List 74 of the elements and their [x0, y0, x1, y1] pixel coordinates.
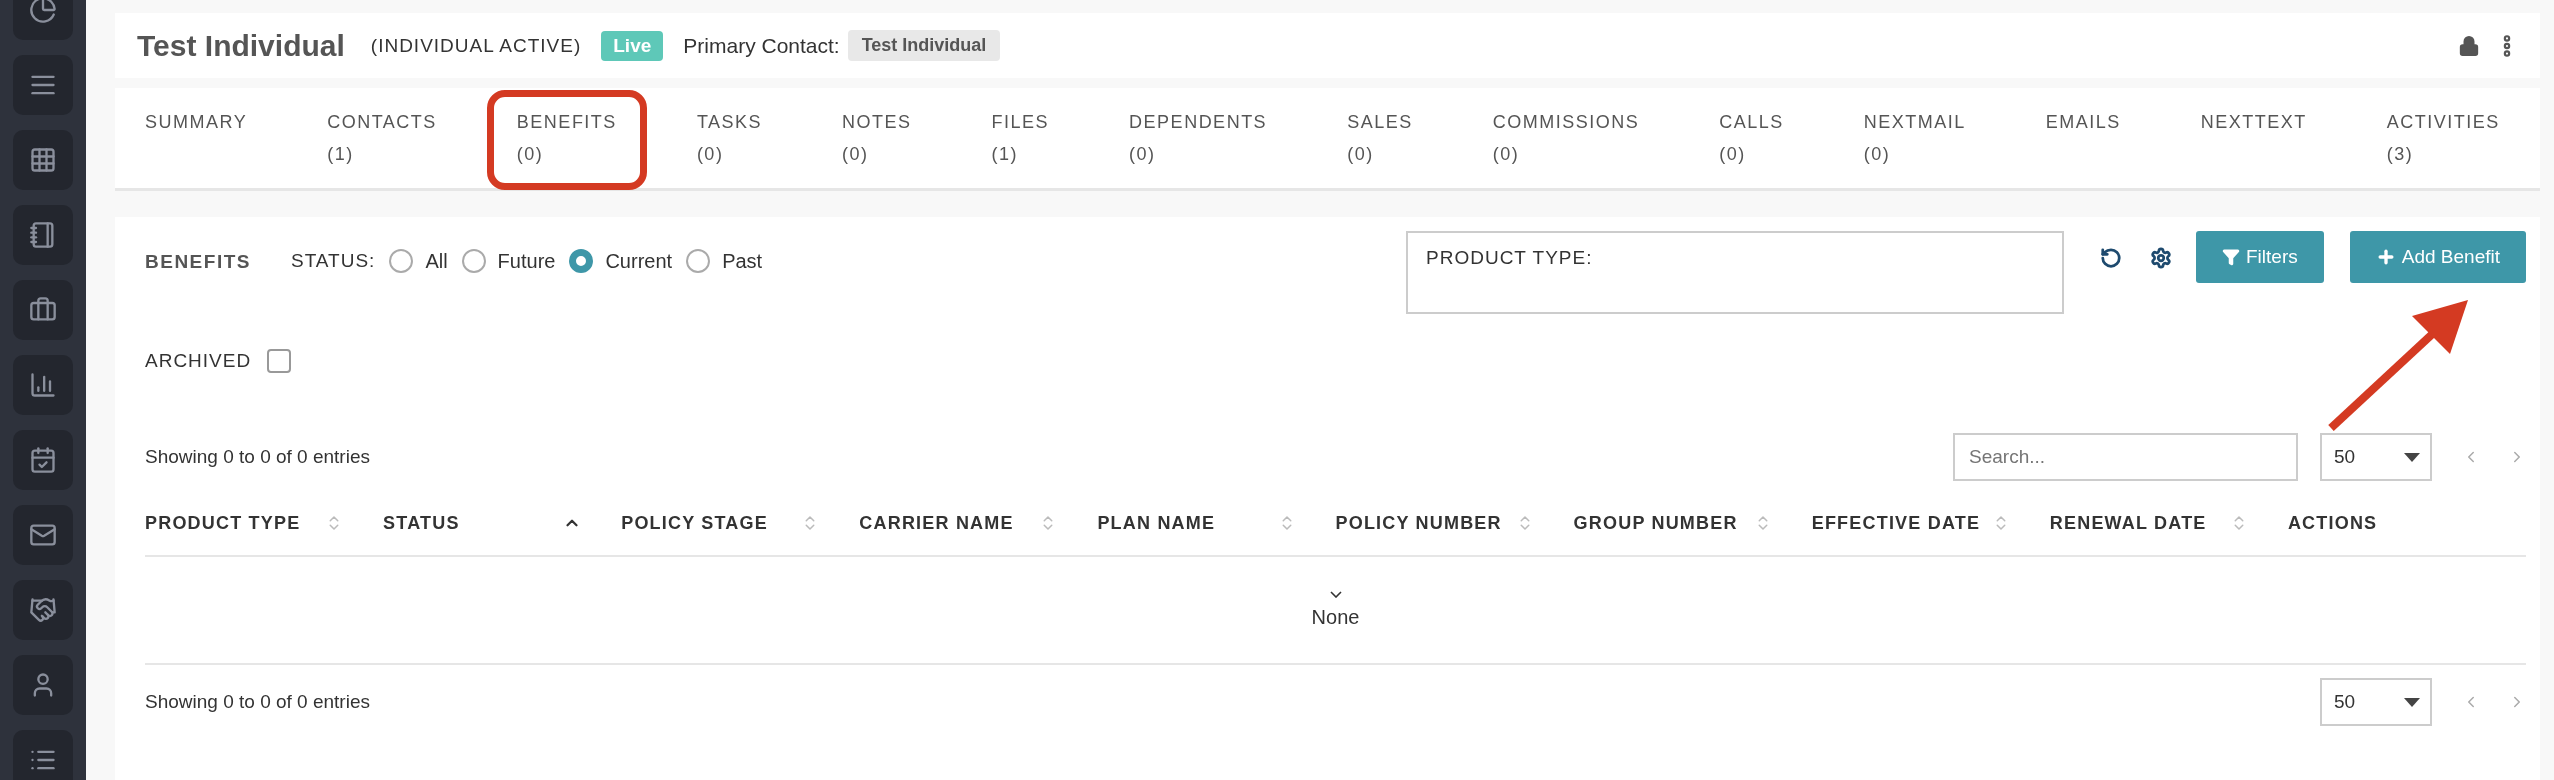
- column-header[interactable]: GROUP NUMBER: [1573, 512, 1738, 534]
- section-title: BENEFITS: [145, 251, 251, 273]
- primary-contact-chip: Test Individual: [847, 30, 1001, 61]
- page-size-select[interactable]: 50: [2320, 433, 2432, 481]
- radio-button[interactable]: [686, 249, 711, 273]
- radio-button[interactable]: [461, 249, 486, 273]
- tab[interactable]: FILES (1): [991, 88, 1050, 170]
- column-header[interactable]: PLAN NAME: [1097, 512, 1216, 534]
- tab[interactable]: CALLS (0): [1719, 88, 1784, 170]
- column-header[interactable]: CARRIER NAME: [859, 512, 1014, 534]
- column-header[interactable]: POLICY NUMBER: [1335, 512, 1502, 534]
- column-header[interactable]: ACTIONS: [2287, 512, 2378, 534]
- tab[interactable]: CONTACTS (1): [327, 88, 437, 170]
- column-header[interactable]: PRODUCT TYPE: [145, 512, 301, 534]
- settings-icon: [2150, 247, 2172, 269]
- settings-button[interactable]: [2150, 247, 2172, 269]
- notebook-icon: [29, 221, 57, 249]
- archived-checkbox[interactable]: [267, 349, 292, 373]
- empty-message: None: [1311, 606, 1360, 629]
- tab[interactable]: NEXTMAIL (0): [1863, 88, 1966, 170]
- column-header[interactable]: POLICY STAGE: [621, 512, 768, 534]
- bar-chart-icon: [29, 371, 57, 399]
- handshake-icon: [29, 596, 57, 624]
- sidebar-button[interactable]: [13, 355, 73, 415]
- sidebar-button[interactable]: [13, 580, 73, 640]
- sidebar-button[interactable]: [13, 280, 73, 340]
- sidebar-button[interactable]: [13, 730, 73, 780]
- tab[interactable]: COMMISSIONS (0): [1492, 88, 1640, 170]
- caret-icon: [2404, 697, 2420, 707]
- record-status: (INDIVIDUAL ACTIVE): [370, 34, 582, 57]
- tab[interactable]: TASKS (0): [696, 88, 763, 170]
- sidebar-button[interactable]: [13, 130, 73, 190]
- entries-info: Showing 0 to 0 of 0 entries: [145, 446, 370, 468]
- sidebar-button[interactable]: [13, 205, 73, 265]
- radio-button[interactable]: [569, 249, 594, 273]
- tab[interactable]: BENEFITS (0): [516, 88, 617, 170]
- reset-icon: [2100, 247, 2122, 269]
- grid-icon: [29, 146, 57, 174]
- tab[interactable]: ACTIVITIES (3): [2386, 88, 2500, 170]
- column-header[interactable]: EFFECTIVE DATE: [1811, 512, 1981, 534]
- filter-icon: [2222, 248, 2240, 266]
- entries-info: Showing 0 to 0 of 0 entries: [145, 691, 370, 713]
- column-header[interactable]: RENEWAL DATE: [2049, 512, 2207, 534]
- live-badge: Live: [601, 30, 664, 61]
- tab[interactable]: SALES (0): [1347, 88, 1413, 170]
- primary-contact-label: Primary Contact:: [683, 33, 840, 58]
- column-header[interactable]: STATUS: [383, 512, 460, 534]
- pie-chart-icon: [29, 0, 57, 24]
- search-field[interactable]: Search...: [1953, 433, 2298, 481]
- lock-icon[interactable]: [2458, 34, 2480, 57]
- page-size-select[interactable]: 50: [2320, 678, 2432, 726]
- sidebar-button[interactable]: [13, 55, 73, 115]
- radio-button[interactable]: [389, 249, 414, 273]
- tab[interactable]: EMAILS: [2045, 88, 2121, 138]
- archived-label: ARCHIVED: [145, 350, 252, 372]
- radio-label: All: [425, 249, 448, 273]
- sidebar-button[interactable]: [13, 430, 73, 490]
- radio-label: Current: [605, 249, 673, 273]
- tab[interactable]: SUMMARY: [145, 88, 248, 138]
- briefcase-icon: [29, 296, 57, 324]
- radio-label: Future: [497, 249, 556, 273]
- caret-icon: [2404, 452, 2420, 462]
- tab[interactable]: NOTES (0): [842, 88, 912, 170]
- calendar-check-icon: [29, 446, 57, 474]
- tab[interactable]: NEXTTEXT: [2200, 88, 2307, 138]
- sidebar-button[interactable]: [13, 505, 73, 565]
- radio-label: Past: [722, 249, 763, 273]
- reset-button[interactable]: [2100, 247, 2122, 269]
- chevron-down-icon: [1329, 591, 1342, 598]
- record-title: Test Individual: [137, 28, 345, 63]
- sidebar-button[interactable]: [13, 655, 73, 715]
- tab[interactable]: DEPENDENTS (0): [1129, 88, 1268, 170]
- status-label: STATUS:: [290, 250, 376, 272]
- product-type-field[interactable]: PRODUCT TYPE:: [1406, 231, 2064, 314]
